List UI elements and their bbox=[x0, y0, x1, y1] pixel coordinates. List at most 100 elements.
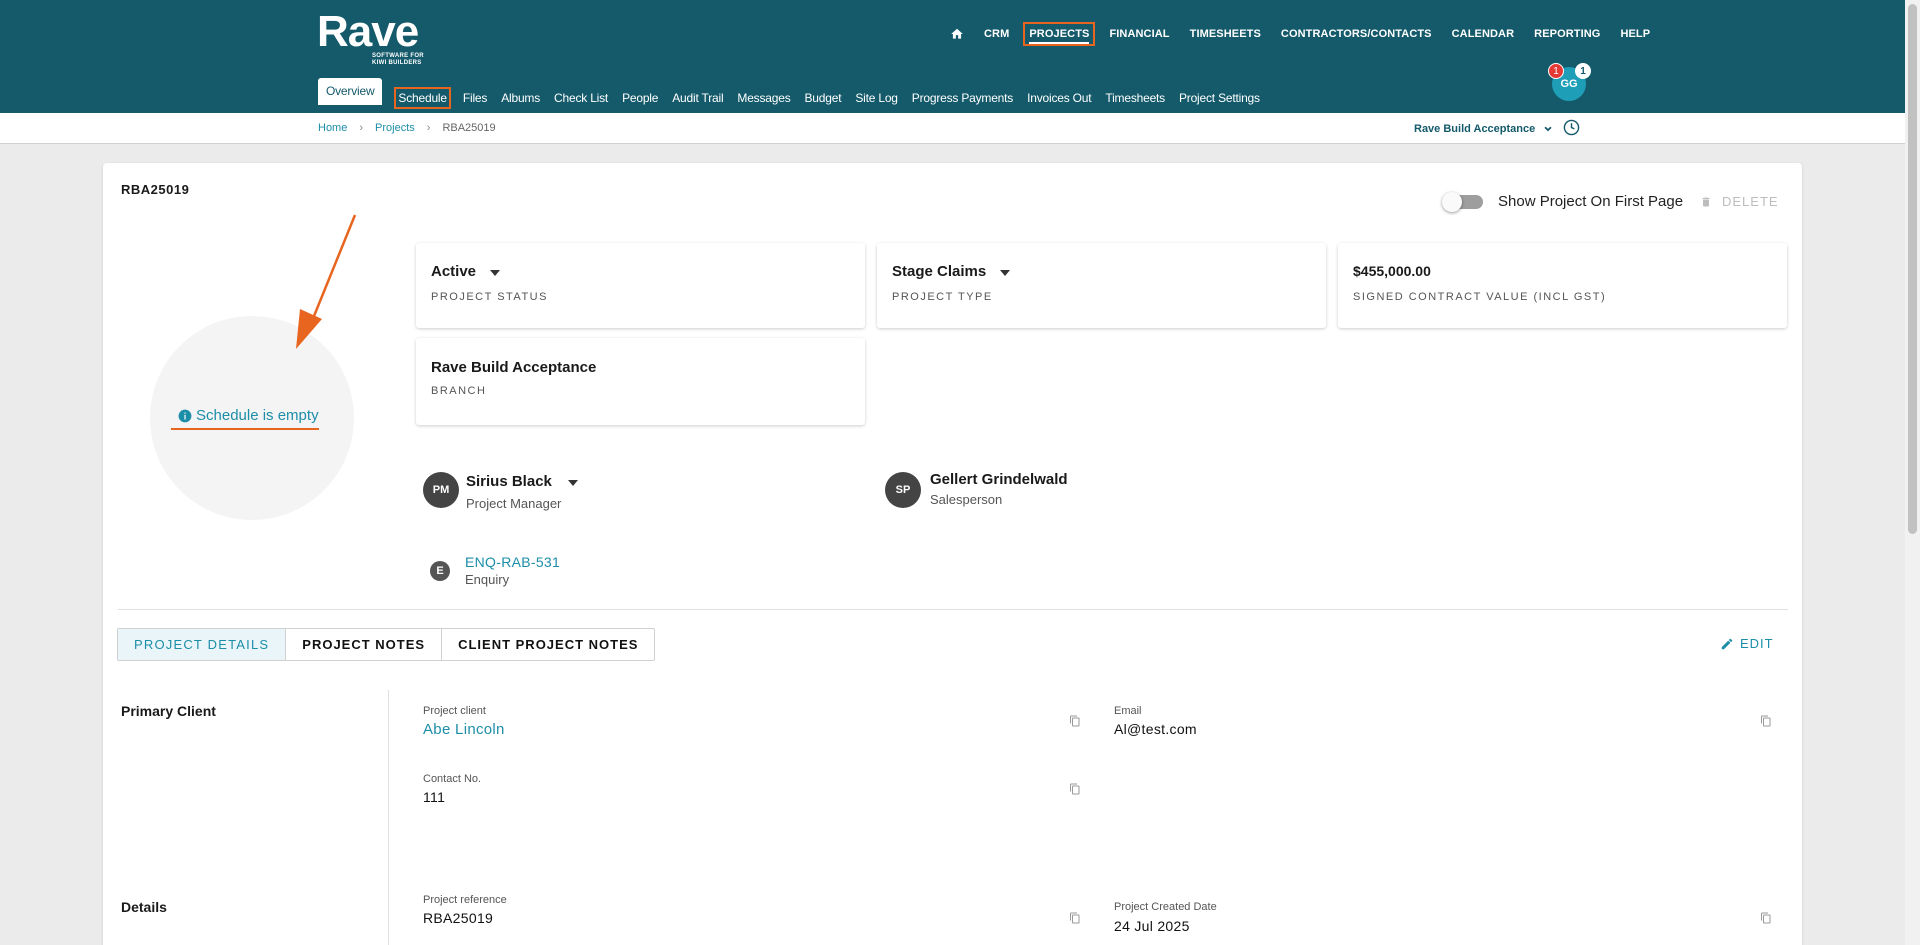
details-tabs: PROJECT DETAILS PROJECT NOTES CLIENT PRO… bbox=[117, 628, 656, 661]
schedule-empty-text: Schedule is empty bbox=[196, 407, 319, 424]
chevron-right-icon: › bbox=[426, 122, 431, 134]
branch-selector-label: Rave Build Acceptance bbox=[1414, 123, 1536, 135]
details-vertical-divider bbox=[388, 690, 389, 945]
clock-icon[interactable] bbox=[1563, 119, 1580, 136]
message-badge[interactable]: 1 bbox=[1575, 63, 1591, 79]
copy-icon[interactable] bbox=[1069, 783, 1081, 795]
copy-icon[interactable] bbox=[1760, 912, 1772, 924]
tab-budget[interactable]: Budget bbox=[805, 91, 842, 105]
branch-value: Rave Build Acceptance bbox=[431, 359, 597, 376]
project-status-value: Active bbox=[431, 263, 477, 280]
edit-button[interactable]: EDIT bbox=[1720, 636, 1774, 651]
tab-audit-trail[interactable]: Audit Trail bbox=[672, 91, 723, 105]
branch-card: Rave Build Acceptance BRANCH bbox=[416, 338, 865, 425]
show-first-page-toggle[interactable] bbox=[1442, 192, 1483, 212]
nav-reporting[interactable]: REPORTING bbox=[1534, 28, 1600, 40]
tab-check-list[interactable]: Check List bbox=[554, 91, 608, 105]
project-status-label: PROJECT STATUS bbox=[431, 291, 548, 303]
contact-value: 111 bbox=[423, 789, 446, 805]
caret-down-icon[interactable] bbox=[567, 479, 578, 486]
breadcrumb: Home › Projects › RBA25019 bbox=[318, 122, 496, 134]
primary-client-title: Primary Client bbox=[121, 703, 216, 719]
tab-files[interactable]: Files bbox=[463, 91, 488, 105]
delete-label: DELETE bbox=[1722, 194, 1779, 209]
branch-label: BRANCH bbox=[431, 385, 487, 397]
home-icon[interactable] bbox=[950, 27, 964, 41]
project-reference-value: RBA25019 bbox=[423, 910, 494, 926]
salesperson-name: Gellert Grindelwald bbox=[930, 471, 1068, 488]
project-created-value: 24 Jul 2025 bbox=[1114, 918, 1190, 934]
nav-help[interactable]: HELP bbox=[1620, 28, 1650, 40]
delete-button[interactable]: DELETE bbox=[1700, 194, 1779, 209]
notification-badge[interactable]: 1 bbox=[1548, 63, 1564, 79]
contract-value-card: $455,000.00 SIGNED CONTRACT VALUE (INCL … bbox=[1338, 243, 1787, 328]
caret-down-icon[interactable] bbox=[1000, 269, 1011, 276]
tab-site-log[interactable]: Site Log bbox=[855, 91, 898, 105]
project-manager-role: Project Manager bbox=[466, 496, 562, 511]
enquiry-avatar: E bbox=[430, 561, 450, 581]
section-divider bbox=[118, 609, 1788, 610]
enquiry-link[interactable]: ENQ-RAB-531 bbox=[465, 554, 560, 570]
edit-label: EDIT bbox=[1740, 636, 1774, 651]
salesperson-avatar: SP bbox=[885, 472, 921, 508]
tab-timesheets[interactable]: Timesheets bbox=[1105, 91, 1165, 105]
show-first-page-label: Show Project On First Page bbox=[1498, 193, 1684, 210]
tab-albums[interactable]: Albums bbox=[501, 91, 540, 105]
nav-projects[interactable]: PROJECTS bbox=[1023, 22, 1096, 46]
details-title: Details bbox=[121, 899, 167, 915]
chevron-down-icon bbox=[1544, 126, 1552, 132]
pencil-icon bbox=[1721, 638, 1733, 649]
project-type-card[interactable]: Stage Claims PROJECT TYPE bbox=[877, 243, 1326, 328]
trash-icon bbox=[1702, 197, 1710, 206]
contract-value-label: SIGNED CONTRACT VALUE (INCL GST) bbox=[1353, 291, 1607, 303]
project-client-value[interactable]: Abe Lincoln bbox=[423, 721, 505, 738]
chevron-right-icon: › bbox=[359, 122, 364, 134]
nav-contractors-contacts[interactable]: CONTRACTORS/CONTACTS bbox=[1281, 28, 1432, 40]
info-icon bbox=[178, 409, 192, 422]
annotation-arrow-icon bbox=[296, 214, 357, 349]
scrollbar-thumb[interactable] bbox=[1908, 4, 1917, 534]
rave-logo[interactable]: Rave SOFTWARE FOR KIWI BUILDERS bbox=[317, 10, 424, 67]
nav-calendar[interactable]: CALENDAR bbox=[1452, 28, 1515, 40]
copy-icon[interactable] bbox=[1760, 715, 1772, 727]
toggle-knob bbox=[1442, 192, 1462, 212]
email-label: Email bbox=[1114, 705, 1142, 717]
branch-selector[interactable]: Rave Build Acceptance bbox=[1414, 122, 1555, 136]
nav-timesheets[interactable]: TIMESHEETS bbox=[1190, 28, 1261, 40]
breadcrumb-home[interactable]: Home bbox=[318, 122, 347, 134]
project-created-label: Project Created Date bbox=[1114, 901, 1217, 913]
project-code: RBA25019 bbox=[121, 182, 190, 197]
tab-invoices-out[interactable]: Invoices Out bbox=[1027, 91, 1092, 105]
tab-progress-payments[interactable]: Progress Payments bbox=[912, 91, 1014, 105]
logo-tagline: SOFTWARE FOR KIWI BUILDERS bbox=[372, 53, 424, 66]
project-type-label: PROJECT TYPE bbox=[892, 291, 993, 303]
tab-overview[interactable]: Overview bbox=[318, 78, 383, 105]
contact-label: Contact No. bbox=[423, 773, 482, 785]
tab-project-settings[interactable]: Project Settings bbox=[1179, 91, 1260, 105]
tab-people[interactable]: People bbox=[622, 91, 658, 105]
project-status-card[interactable]: Active PROJECT STATUS bbox=[416, 243, 865, 328]
project-reference-label: Project reference bbox=[423, 894, 507, 906]
project-client-label: Project client bbox=[423, 705, 486, 717]
main-nav: CRM PROJECTS FINANCIAL TIMESHEETS CONTRA… bbox=[950, 22, 1670, 46]
contract-value: $455,000.00 bbox=[1353, 263, 1431, 279]
tab-schedule[interactable]: Schedule bbox=[394, 87, 451, 109]
tab-messages[interactable]: Messages bbox=[737, 91, 790, 105]
salesperson-role: Salesperson bbox=[930, 492, 1003, 507]
breadcrumb-current: RBA25019 bbox=[442, 122, 496, 134]
project-type-value: Stage Claims bbox=[892, 263, 987, 280]
project-manager-name: Sirius Black bbox=[466, 473, 552, 490]
nav-financial[interactable]: FINANCIAL bbox=[1109, 28, 1169, 40]
top-header: Rave SOFTWARE FOR KIWI BUILDERS CRM PROJ… bbox=[0, 0, 1905, 113]
schedule-empty-message: Schedule is empty bbox=[178, 407, 319, 424]
tab-project-details[interactable]: PROJECT DETAILS bbox=[118, 629, 287, 660]
enquiry-label: Enquiry bbox=[465, 572, 510, 587]
nav-crm[interactable]: CRM bbox=[984, 28, 1009, 40]
tab-client-project-notes[interactable]: CLIENT PROJECT NOTES bbox=[442, 629, 654, 660]
copy-icon[interactable] bbox=[1069, 715, 1081, 727]
tab-project-notes[interactable]: PROJECT NOTES bbox=[286, 629, 443, 660]
annotation-underline bbox=[171, 428, 319, 430]
breadcrumb-projects[interactable]: Projects bbox=[375, 122, 415, 134]
copy-icon[interactable] bbox=[1069, 912, 1081, 924]
caret-down-icon[interactable] bbox=[490, 269, 501, 276]
